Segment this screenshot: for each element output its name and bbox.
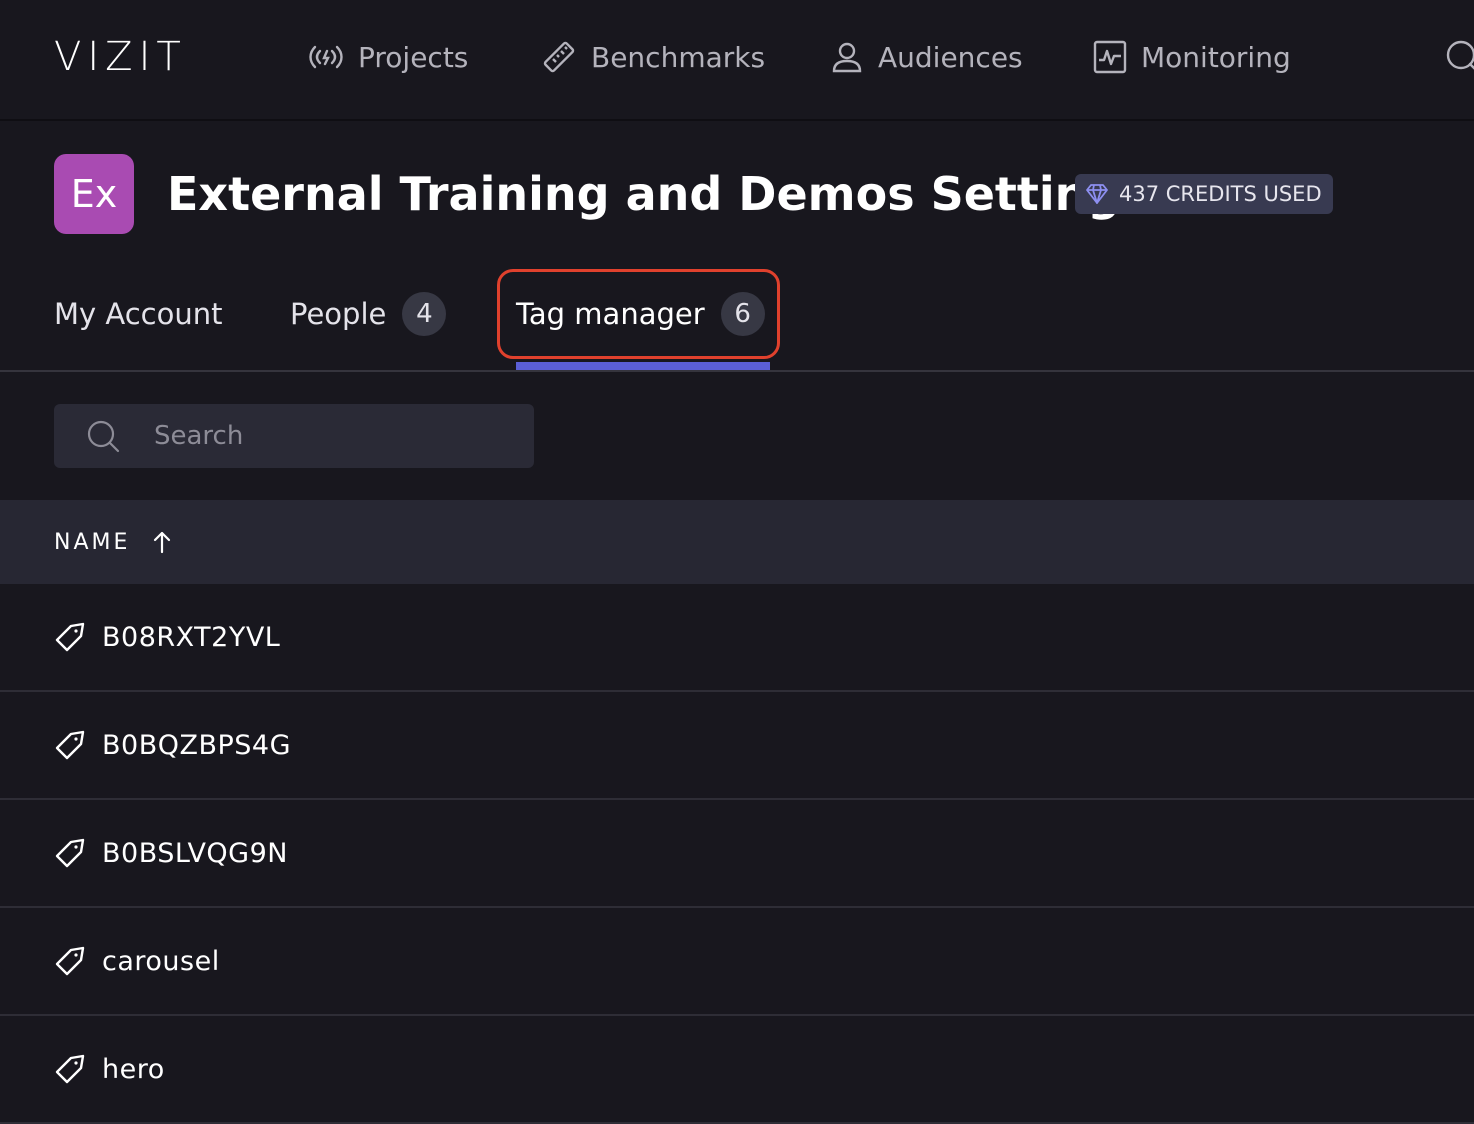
- tag-icon: [55, 622, 85, 652]
- column-header-name[interactable]: NAME: [54, 530, 172, 555]
- settings-tabs: My Account People 4 Tag manager 6: [0, 258, 1474, 372]
- tab-people[interactable]: People 4: [290, 292, 447, 336]
- organization-avatar: Ex: [54, 154, 134, 234]
- tag-icon: [55, 1054, 85, 1084]
- tag-name: B08RXT2YVL: [102, 621, 281, 653]
- vizit-logo[interactable]: VIZIT: [54, 34, 187, 80]
- global-search-button[interactable]: [1444, 38, 1474, 78]
- diamond-icon: [1086, 184, 1108, 204]
- tab-label: Tag manager: [516, 297, 705, 331]
- sort-ascending-arrow-icon: [154, 531, 171, 554]
- people-count-badge: 4: [402, 292, 447, 336]
- broadcast-icon: [309, 45, 343, 69]
- nav-item-projects[interactable]: Projects: [308, 36, 468, 78]
- user-icon: [832, 42, 862, 73]
- credits-badge: 437 CREDITS USED: [1075, 174, 1333, 214]
- tab-label: My Account: [54, 297, 223, 331]
- column-header-label: NAME: [54, 529, 131, 555]
- nav-label-projects: Projects: [358, 40, 469, 74]
- tag-list: B08RXT2YVL B0BQZBPS4G B0BSLVQG9N carouse…: [0, 584, 1474, 1124]
- search-icon: [1446, 40, 1474, 70]
- tag-name: B0BSLVQG9N: [102, 837, 288, 869]
- search-input[interactable]: [152, 404, 522, 468]
- active-tab-indicator: [516, 362, 770, 370]
- nav-item-monitoring[interactable]: Monitoring: [1093, 36, 1291, 78]
- nav-item-benchmarks[interactable]: Benchmarks: [541, 36, 765, 78]
- nav-item-audiences[interactable]: Audiences: [830, 36, 1023, 78]
- table-header: NAME: [0, 500, 1474, 584]
- tag-name: carousel: [102, 945, 220, 977]
- nav-label-monitoring: Monitoring: [1141, 40, 1291, 74]
- tag-icon: [55, 730, 85, 760]
- tab-label: People: [290, 297, 387, 331]
- table-row[interactable]: B08RXT2YVL: [0, 584, 1474, 692]
- page-title: External Training and Demos Settings: [167, 167, 1148, 221]
- table-row[interactable]: carousel: [0, 908, 1474, 1016]
- search-icon: [87, 420, 120, 453]
- top-navigation: VIZIT Projects Benchmarks Audiences Moni…: [0, 0, 1474, 121]
- tag-name: hero: [102, 1053, 165, 1085]
- tag-icon: [55, 838, 85, 868]
- table-row[interactable]: B0BQZBPS4G: [0, 692, 1474, 800]
- tag-count-badge: 6: [720, 292, 765, 336]
- nav-label-benchmarks: Benchmarks: [591, 40, 766, 74]
- tag-icon: [55, 946, 85, 976]
- search-field[interactable]: [54, 404, 534, 468]
- credits-text: 437 CREDITS USED: [1119, 182, 1322, 206]
- tag-name: B0BQZBPS4G: [102, 729, 292, 761]
- nav-label-audiences: Audiences: [878, 40, 1023, 74]
- tab-my-account[interactable]: My Account: [54, 292, 223, 336]
- table-row[interactable]: B0BSLVQG9N: [0, 800, 1474, 908]
- pulse-monitor-icon: [1093, 40, 1127, 74]
- ruler-icon: [543, 41, 575, 73]
- tab-tag-manager[interactable]: Tag manager 6: [516, 292, 765, 336]
